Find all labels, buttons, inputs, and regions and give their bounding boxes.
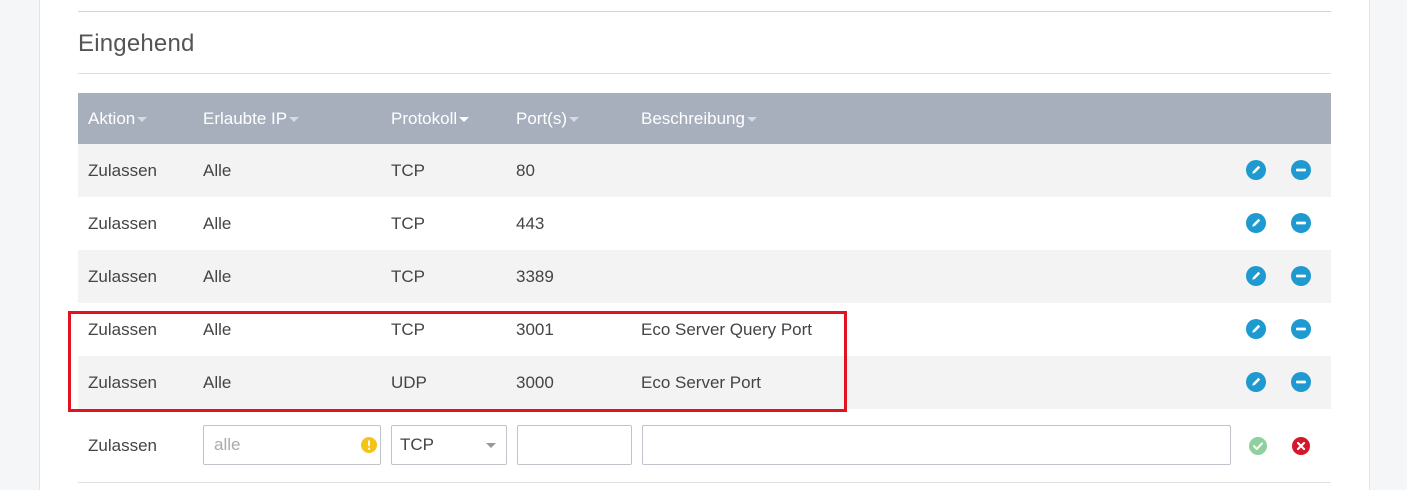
cell-ip: Alle xyxy=(203,320,232,339)
table-body: Zulassen Alle TCP 80 Zulassen Alle TCP 443 Zulas… xyxy=(78,144,1331,409)
check-circle-icon[interactable] xyxy=(1249,437,1267,455)
firewall-panel: Eingehend Aktion Erlaubte IP Protokoll P… xyxy=(39,0,1370,490)
top-divider xyxy=(78,11,1331,12)
caret-down-icon xyxy=(746,117,757,123)
protocol-select[interactable]: TCP xyxy=(391,425,507,465)
cell-protokoll: TCP xyxy=(391,161,425,180)
column-label: Aktion xyxy=(88,109,136,128)
cell-ip: Alle xyxy=(203,214,232,233)
new-rule-aktion: Zulassen xyxy=(88,436,157,455)
column-label: Beschreibung xyxy=(641,109,745,128)
cell-port: 3389 xyxy=(516,267,554,286)
column-label: Protokoll xyxy=(391,109,458,128)
column-label: Port(s) xyxy=(516,109,567,128)
minus-circle-icon[interactable] xyxy=(1291,372,1311,392)
caret-down-icon xyxy=(289,117,300,123)
minus-circle-icon[interactable] xyxy=(1291,319,1311,339)
pencil-icon[interactable] xyxy=(1246,319,1266,339)
cell-protokoll: TCP xyxy=(391,267,425,286)
cell-beschreibung: Eco Server Port xyxy=(641,373,761,392)
column-header-beschreibung[interactable]: Beschreibung xyxy=(641,93,757,144)
column-header-protokoll[interactable]: Protokoll xyxy=(391,93,470,144)
new-rule-row: Zulassen TCP xyxy=(78,409,1331,483)
cell-aktion: Zulassen xyxy=(88,214,157,233)
protocol-select-value: TCP xyxy=(400,435,434,454)
cell-aktion: Zulassen xyxy=(88,161,157,180)
cell-port: 3001 xyxy=(516,320,554,339)
pencil-icon[interactable] xyxy=(1246,213,1266,233)
inbound-rules-table: Aktion Erlaubte IP Protokoll Port(s) Bes… xyxy=(78,93,1331,483)
pencil-icon[interactable] xyxy=(1246,372,1266,392)
cell-protokoll: TCP xyxy=(391,320,425,339)
cell-port: 443 xyxy=(516,214,545,233)
description-input[interactable] xyxy=(642,425,1231,465)
table-row: Zulassen Alle TCP 3389 xyxy=(78,250,1331,303)
cell-ip: Alle xyxy=(203,161,232,180)
cell-beschreibung: Eco Server Query Port xyxy=(641,320,813,339)
section-title: Eingehend xyxy=(78,30,195,57)
x-circle-icon[interactable] xyxy=(1292,437,1310,455)
exclamation-circle-icon xyxy=(361,437,377,453)
cell-port: 80 xyxy=(516,161,535,180)
cell-ip: Alle xyxy=(203,267,232,286)
cell-aktion: Zulassen xyxy=(88,373,157,392)
title-divider xyxy=(78,73,1331,74)
caret-down-icon xyxy=(137,117,148,123)
column-header-aktion[interactable]: Aktion xyxy=(88,93,148,144)
table-row: Zulassen Alle TCP 80 xyxy=(78,144,1331,197)
chevron-down-icon xyxy=(486,443,496,448)
minus-circle-icon[interactable] xyxy=(1291,266,1311,286)
pencil-icon[interactable] xyxy=(1246,160,1266,180)
column-header-port[interactable]: Port(s) xyxy=(516,93,579,144)
cell-aktion: Zulassen xyxy=(88,320,157,339)
table-row: Zulassen Alle TCP 3001 Eco Server Query Port xyxy=(78,303,1331,356)
table-header: Aktion Erlaubte IP Protokoll Port(s) Bes… xyxy=(78,93,1331,144)
cell-protokoll: UDP xyxy=(391,373,427,392)
caret-down-icon xyxy=(459,117,470,123)
cell-protokoll: TCP xyxy=(391,214,425,233)
table-row: Zulassen Alle UDP 3000 Eco Server Port xyxy=(78,356,1331,409)
column-label: Erlaubte IP xyxy=(203,109,288,128)
allowed-ip-input[interactable] xyxy=(203,425,381,465)
port-input[interactable] xyxy=(517,425,632,465)
column-header-ip[interactable]: Erlaubte IP xyxy=(203,93,300,144)
cell-aktion: Zulassen xyxy=(88,267,157,286)
minus-circle-icon[interactable] xyxy=(1291,213,1311,233)
minus-circle-icon[interactable] xyxy=(1291,160,1311,180)
pencil-icon[interactable] xyxy=(1246,266,1266,286)
caret-down-icon xyxy=(569,117,579,123)
table-row: Zulassen Alle TCP 443 xyxy=(78,197,1331,250)
cell-port: 3000 xyxy=(516,373,554,392)
cell-ip: Alle xyxy=(203,373,232,392)
